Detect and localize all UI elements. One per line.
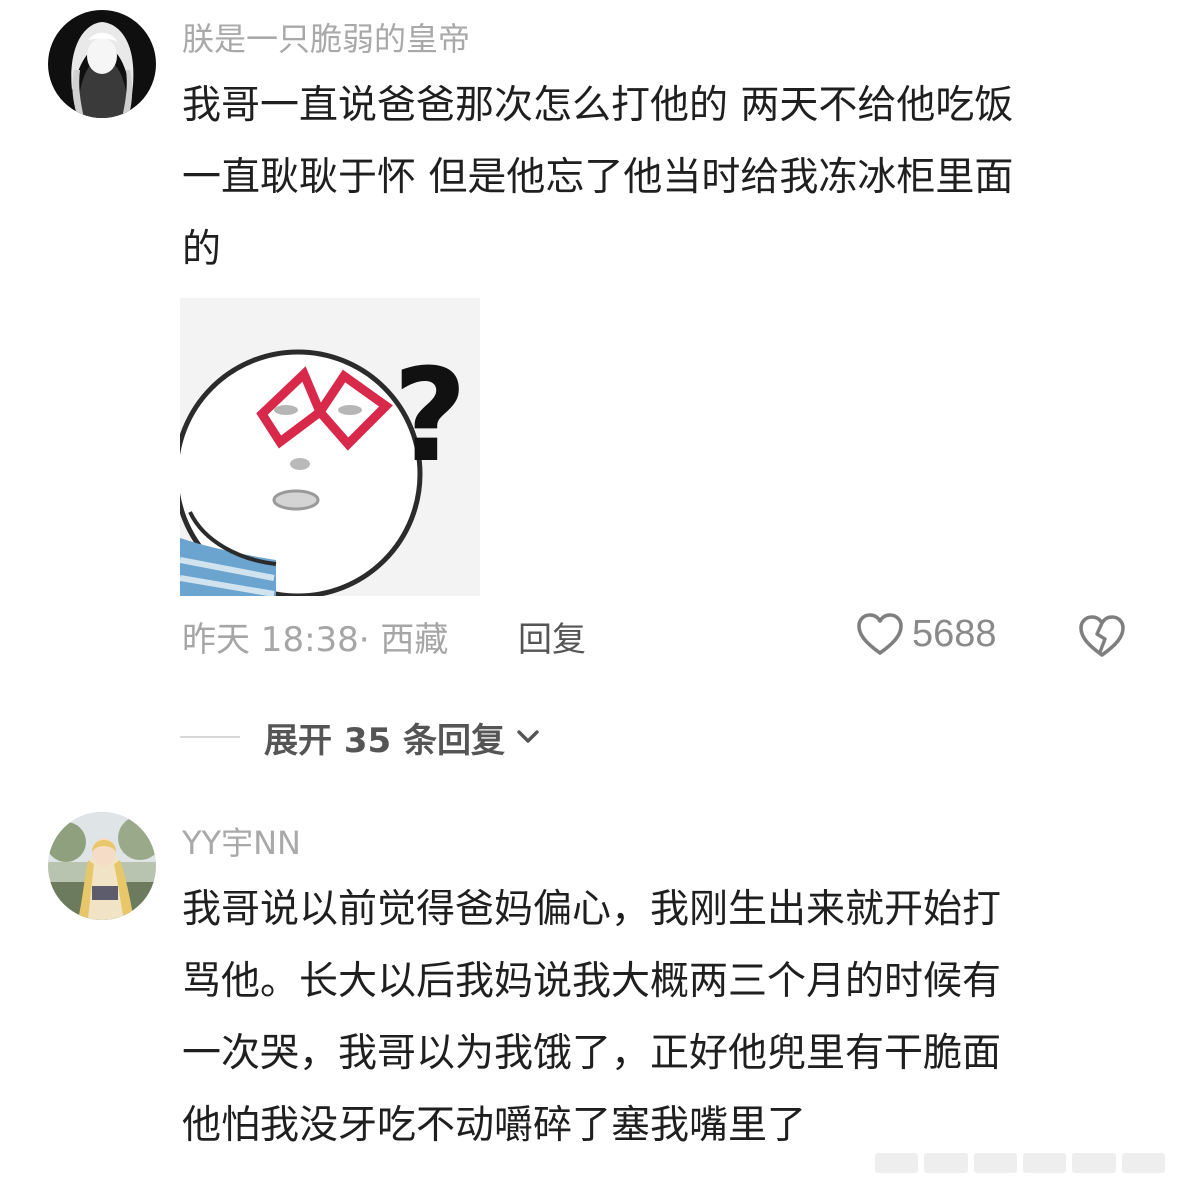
sticker-question-mark: ? <box>393 342 467 491</box>
comment-text-line: 的 <box>182 227 222 272</box>
comment-sticker-image[interactable]: ? <box>180 298 480 596</box>
avatar[interactable] <box>48 10 156 118</box>
comment-username[interactable]: YY宇NN <box>182 818 301 864</box>
comment-text-line: 骂他。长大以后我妈说我大概两三个月的时候有 <box>182 959 1002 1004</box>
comment-text-line: 一次哭，我哥以为我饿了，正好他兜里有干脆面 <box>182 1031 1002 1076</box>
comment-text-line: 我哥一直说爸爸那次怎么打他的 两天不给他吃饭 <box>182 83 1014 128</box>
watermark-blur <box>875 1153 1165 1173</box>
divider-line <box>180 736 240 738</box>
reply-button[interactable]: 回复 <box>518 612 586 661</box>
comment-meta-row: 昨天 18:38· 西藏 回复 5688 <box>182 612 1139 662</box>
comment-text-line: 一直耿耿于怀 但是他忘了他当时给我冻冰柜里面 <box>182 155 1014 200</box>
expand-replies-row: 展开 35 条回复 <box>180 712 543 762</box>
chevron-down-icon <box>517 730 539 743</box>
like-button[interactable]: 5688 <box>856 612 997 656</box>
comment-username[interactable]: 朕是一只脆弱的皇帝 <box>182 14 470 60</box>
comment-text-line: 我哥说以前觉得爸妈偏心，我刚生出来就开始打 <box>182 887 1002 932</box>
comment-timestamp: 昨天 18:38· 西藏 <box>182 620 449 660</box>
comment-text: 我哥说以前觉得爸妈偏心，我刚生出来就开始打 骂他。长大以后我妈说我大概两三个月的… <box>182 874 1132 1162</box>
heart-outline-icon <box>857 613 903 655</box>
like-count: 5688 <box>912 612 997 655</box>
dislike-button[interactable] <box>1078 614 1126 667</box>
expand-replies-label: 展开 35 条回复 <box>264 720 505 761</box>
avatar[interactable] <box>48 812 156 920</box>
comment-text: 我哥一直说爸爸那次怎么打他的 两天不给他吃饭 一直耿耿于怀 但是他忘了他当时给我… <box>182 70 1132 286</box>
expand-replies-button[interactable]: 展开 35 条回复 <box>264 713 543 762</box>
comment-text-line: 他怕我没牙吃不动嚼碎了塞我嘴里了 <box>182 1103 807 1148</box>
broken-heart-icon <box>1079 615 1125 657</box>
